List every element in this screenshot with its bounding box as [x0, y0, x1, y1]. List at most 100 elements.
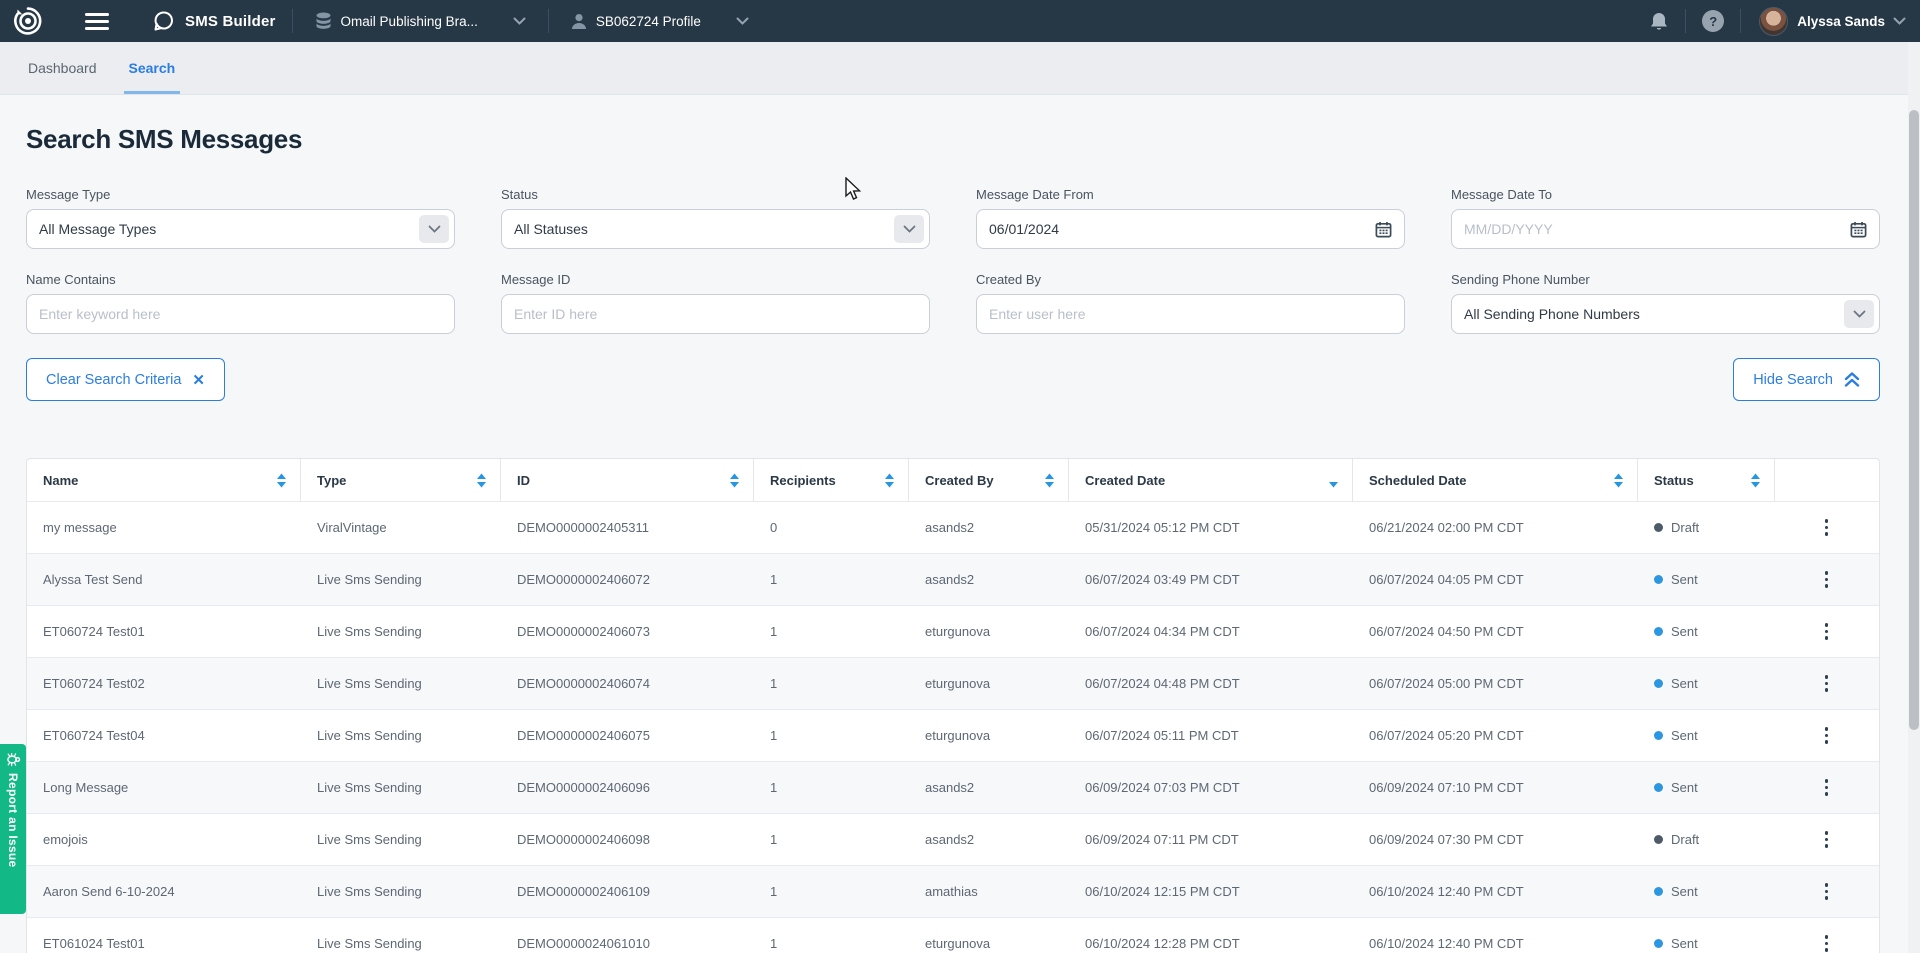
clear-search-criteria-button[interactable]: Clear Search Criteria ✕	[26, 358, 225, 401]
row-actions-kebab-icon[interactable]	[1791, 779, 1862, 796]
name-contains-input[interactable]: Enter keyword here	[26, 294, 455, 334]
page-title: Search SMS Messages	[26, 124, 1880, 155]
status-select[interactable]: All Statuses	[501, 209, 930, 249]
divider	[1685, 9, 1686, 33]
cell-actions	[1775, 883, 1875, 900]
sort-icon	[729, 473, 740, 488]
chevron-down-icon	[736, 17, 749, 25]
column-header-created-by[interactable]: Created By	[909, 459, 1069, 501]
profile-dropdown[interactable]: SB062724 Profile	[565, 9, 755, 34]
profile-dropdown-label: SB062724 Profile	[596, 14, 701, 29]
cell-created-date: 06/07/2024 04:34 PM CDT	[1069, 624, 1353, 639]
column-header-created-date[interactable]: Created Date	[1069, 459, 1353, 501]
cell-scheduled-date: 06/09/2024 07:30 PM CDT	[1353, 832, 1638, 847]
cell-actions	[1775, 935, 1875, 952]
row-actions-kebab-icon[interactable]	[1791, 831, 1862, 848]
hamburger-menu-icon[interactable]	[85, 13, 109, 30]
chevron-down-icon[interactable]	[894, 215, 924, 243]
calendar-icon[interactable]	[1375, 221, 1392, 238]
column-header-scheduled-date[interactable]: Scheduled Date	[1353, 459, 1638, 501]
field-message-id: Message IDEnter ID here	[501, 272, 930, 334]
status-label: Sent	[1671, 624, 1698, 639]
field-status: StatusAll Statuses	[501, 187, 930, 249]
divider	[548, 9, 549, 33]
cell-created-date: 06/07/2024 04:48 PM CDT	[1069, 676, 1353, 691]
message-date-to-input[interactable]: MM/DD/YYYY	[1451, 209, 1880, 249]
column-header-name[interactable]: Name	[27, 459, 301, 501]
hide-search-button[interactable]: Hide Search	[1733, 358, 1880, 401]
sending-phone-number-select[interactable]: All Sending Phone Numbers	[1451, 294, 1880, 334]
cell-type: Live Sms Sending	[301, 676, 501, 691]
cell-recipients: 0	[754, 520, 909, 535]
scrollbar-thumb[interactable]	[1909, 110, 1919, 730]
chevron-down-icon[interactable]	[1844, 300, 1874, 328]
row-actions-kebab-icon[interactable]	[1791, 623, 1862, 640]
created-by-input[interactable]: Enter user here	[976, 294, 1405, 334]
chevron-down-icon[interactable]	[419, 215, 449, 243]
field-message-type: Message Type All Message Types	[26, 187, 455, 249]
omeda-logo-icon[interactable]	[13, 6, 43, 36]
column-header-type[interactable]: Type	[301, 459, 501, 501]
status-dot-icon	[1654, 835, 1663, 844]
report-an-issue-button[interactable]: Report an Issue	[0, 744, 26, 914]
help-icon[interactable]: ?	[1702, 10, 1724, 32]
tab-dashboard[interactable]: Dashboard	[23, 42, 102, 94]
column-header-status[interactable]: Status	[1638, 459, 1775, 501]
field-placeholder: MM/DD/YYYY	[1464, 221, 1553, 237]
cell-type: Live Sms Sending	[301, 572, 501, 587]
field-label: Message Type	[26, 187, 455, 202]
tab-search[interactable]: Search	[124, 42, 181, 94]
message-id-input[interactable]: Enter ID here	[501, 294, 930, 334]
field-value: All Message Types	[39, 221, 156, 237]
divider	[292, 9, 293, 33]
chevron-down-icon[interactable]	[1893, 17, 1906, 25]
sort-icon	[1750, 473, 1761, 488]
row-actions-kebab-icon[interactable]	[1791, 675, 1862, 692]
cell-name: ET061024 Test01	[27, 936, 301, 951]
cell-type: Live Sms Sending	[301, 728, 501, 743]
calendar-icon[interactable]	[1850, 221, 1867, 238]
results-table: NameTypeIDRecipients Created By Created Da…	[26, 458, 1880, 953]
column-label: Created By	[925, 473, 994, 488]
cell-type: Live Sms Sending	[301, 936, 501, 951]
cell-recipients: 1	[754, 676, 909, 691]
cell-created-by: eturgunova	[909, 728, 1069, 743]
brand-dropdown[interactable]: Omail Publishing Bra...	[309, 8, 532, 34]
cell-created-date: 05/31/2024 05:12 PM CDT	[1069, 520, 1353, 535]
field-message-date-from: Message Date From06/01/2024	[976, 187, 1405, 249]
row-actions-kebab-icon[interactable]	[1791, 935, 1862, 952]
cell-id: DEMO0000002406075	[501, 728, 754, 743]
column-header-id[interactable]: ID	[501, 459, 754, 501]
table-row: my messageViralVintageDEMO00000024053110…	[27, 501, 1879, 553]
column-label: Scheduled Date	[1369, 473, 1467, 488]
field-message-date-to: Message Date ToMM/DD/YYYY	[1451, 187, 1880, 249]
message-date-from-input[interactable]: 06/01/2024	[976, 209, 1405, 249]
column-header-recipients[interactable]: Recipients	[754, 459, 909, 501]
status-label: Sent	[1671, 572, 1698, 587]
cell-id: DEMO0000002406074	[501, 676, 754, 691]
field-label: Created By	[976, 272, 1405, 287]
cell-id: DEMO0000002406096	[501, 780, 754, 795]
cell-id: DEMO0000002406073	[501, 624, 754, 639]
cell-id: DEMO0000024061010	[501, 936, 754, 951]
row-actions-kebab-icon[interactable]	[1791, 727, 1862, 744]
table-body: my messageViralVintageDEMO00000024053110…	[27, 501, 1879, 953]
notifications-bell-icon[interactable]	[1649, 11, 1669, 32]
cell-recipients: 1	[754, 780, 909, 795]
cell-actions	[1775, 571, 1875, 588]
cell-recipients: 1	[754, 936, 909, 951]
user-avatar[interactable]	[1759, 7, 1788, 36]
table-row: Aaron Send 6-10-2024Live Sms SendingDEMO…	[27, 865, 1879, 917]
message-type-select[interactable]: All Message Types	[26, 209, 455, 249]
report-an-issue-label: Report an Issue	[6, 773, 20, 868]
row-actions-kebab-icon[interactable]	[1791, 571, 1862, 588]
status-dot-icon	[1654, 575, 1663, 584]
cell-recipients: 1	[754, 572, 909, 587]
app-title: SMS Builder	[185, 13, 276, 30]
sms-bubble-icon	[153, 10, 175, 32]
row-actions-kebab-icon[interactable]	[1791, 519, 1862, 536]
row-actions-kebab-icon[interactable]	[1791, 883, 1862, 900]
status-label: Sent	[1671, 936, 1698, 951]
sort-icon	[884, 473, 895, 488]
cell-recipients: 1	[754, 624, 909, 639]
